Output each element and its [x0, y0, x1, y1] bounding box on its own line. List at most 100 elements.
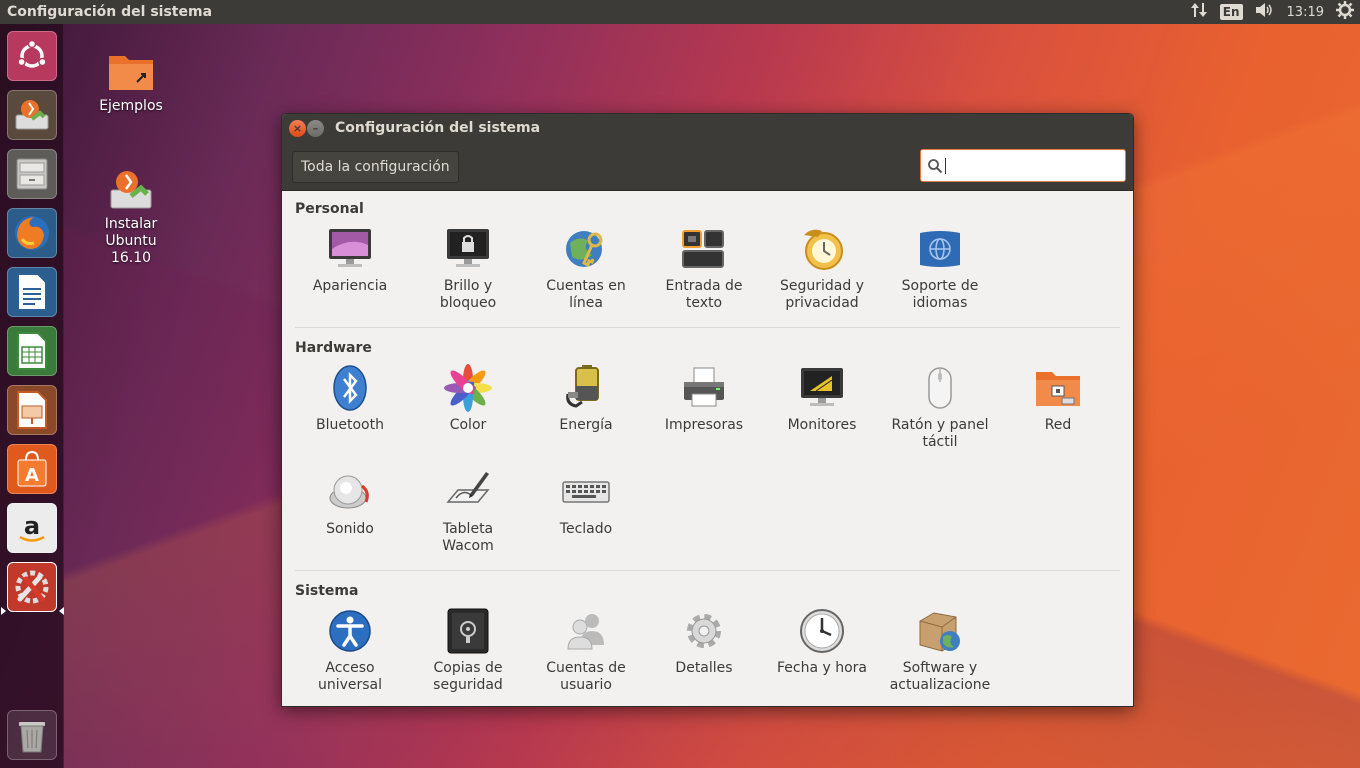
top-panel: Configuración del sistema En 13:19 — [0, 0, 1360, 24]
desktop-icon-instalar-ubuntu[interactable]: Instalar Ubuntu 16.10 — [81, 134, 181, 267]
security-privacy-icon — [798, 225, 846, 273]
installer-icon — [107, 151, 155, 209]
indicators: En 13:19 — [1190, 0, 1354, 24]
launcher: A a — [0, 24, 64, 768]
item-energia[interactable]: Energía — [527, 364, 645, 434]
all-settings-button[interactable]: Toda la configuración — [292, 151, 459, 183]
item-tableta-wacom[interactable]: Tableta Wacom — [409, 468, 527, 555]
settings-content: Personal Apariencia Brillo y bloqueo Cue… — [282, 191, 1133, 706]
ubuntu-logo-icon[interactable] — [7, 31, 57, 81]
wrench-screwdriver-icon[interactable] — [7, 562, 57, 612]
item-bluetooth[interactable]: Bluetooth — [291, 364, 409, 434]
item-color[interactable]: Color — [409, 364, 527, 434]
item-raton-panel[interactable]: Ratón y panel táctil — [881, 364, 999, 451]
item-apariencia[interactable]: Apariencia — [291, 225, 409, 295]
trash-icon[interactable] — [7, 710, 57, 760]
brightness-lock-icon — [444, 225, 492, 273]
clock-indicator[interactable]: 13:19 — [1287, 5, 1324, 20]
item-seguridad-privacidad[interactable]: Seguridad y privacidad — [763, 225, 881, 312]
top-panel-title: Configuración del sistema — [7, 4, 213, 20]
bluetooth-icon — [326, 364, 374, 412]
backup-safe-icon — [444, 607, 492, 655]
item-soporte-idiomas[interactable]: Soporte de idiomas — [881, 225, 999, 312]
volume-icon[interactable] — [1255, 2, 1275, 22]
item-acceso-universal[interactable]: Acceso universal — [291, 607, 409, 694]
text-entry-icon — [680, 225, 728, 273]
item-label: Detalles — [675, 660, 733, 676]
desktop-icon-label: Instalar Ubuntu 16.10 — [104, 216, 158, 266]
section-title-hardware: Hardware — [295, 340, 372, 356]
keyboard-icon — [562, 468, 610, 516]
user-accounts-icon — [562, 607, 610, 655]
section-title-sistema: Sistema — [295, 583, 359, 599]
launcher-active-pip-left — [1, 607, 6, 615]
section-separator — [295, 327, 1120, 328]
minimize-icon: – — [312, 122, 319, 135]
item-label: Cuentas en línea — [546, 278, 626, 311]
color-icon — [444, 364, 492, 412]
search-input[interactable] — [950, 152, 1120, 179]
svg-text:A: A — [25, 465, 39, 486]
impress-icon[interactable] — [7, 385, 57, 435]
item-detalles[interactable]: Detalles — [645, 607, 763, 677]
item-label: Brillo y bloqueo — [439, 278, 497, 311]
file-cabinet-icon[interactable] — [7, 149, 57, 199]
printer-icon — [680, 364, 728, 412]
item-label: Apariencia — [312, 278, 388, 294]
item-cuentas-usuario[interactable]: Cuentas de usuario — [527, 607, 645, 694]
power-battery-icon — [562, 364, 610, 412]
close-button[interactable]: × — [289, 120, 306, 137]
item-red[interactable]: Red — [999, 364, 1117, 434]
item-copias-seguridad[interactable]: Copias de seguridad — [409, 607, 527, 694]
item-label: Monitores — [787, 417, 857, 433]
item-label: Software y actualizacione — [889, 660, 991, 693]
item-label: Bluetooth — [316, 417, 384, 433]
window-titlebar[interactable]: × – Configuración del sistema — [282, 114, 1133, 143]
network-transfer-icon[interactable] — [1190, 2, 1208, 22]
item-monitores[interactable]: Monitores — [763, 364, 881, 434]
writer-icon[interactable] — [7, 267, 57, 317]
search-icon — [928, 158, 943, 173]
details-gear-icon — [680, 607, 728, 655]
clock-icon — [798, 607, 846, 655]
firefox-icon[interactable] — [7, 208, 57, 258]
folder-icon — [107, 50, 155, 94]
item-cuentas-en-linea[interactable]: Cuentas en línea — [527, 225, 645, 312]
item-label: Acceso universal — [317, 660, 383, 693]
system-gear-icon[interactable] — [1336, 1, 1354, 23]
universal-access-icon — [326, 607, 374, 655]
wacom-tablet-icon — [444, 468, 492, 516]
item-label: Fecha y hora — [776, 660, 867, 676]
keyboard-language-indicator[interactable]: En — [1219, 4, 1243, 20]
launcher-active-pip-right — [59, 607, 64, 615]
item-label: Tableta Wacom — [442, 521, 494, 554]
amazon-icon[interactable]: a — [7, 503, 57, 553]
calc-icon[interactable] — [7, 326, 57, 376]
item-label: Color — [449, 417, 487, 433]
item-impresoras[interactable]: Impresoras — [645, 364, 763, 434]
shopping-bag-icon[interactable]: A — [7, 444, 57, 494]
item-teclado[interactable]: Teclado — [527, 468, 645, 538]
item-label: Copias de seguridad — [433, 660, 503, 693]
section-title-personal: Personal — [295, 201, 364, 217]
network-folder-icon — [1034, 364, 1082, 412]
item-brillo-bloqueo[interactable]: Brillo y bloqueo — [409, 225, 527, 312]
installer-icon[interactable] — [7, 90, 57, 140]
software-updates-icon — [916, 607, 964, 655]
desktop-icon-ejemplos[interactable]: Ejemplos — [81, 50, 181, 115]
item-label: Energía — [559, 417, 613, 433]
displays-icon — [798, 364, 846, 412]
section-separator — [295, 570, 1120, 571]
minimize-button[interactable]: – — [307, 120, 324, 137]
sound-speaker-icon — [326, 468, 374, 516]
item-sonido[interactable]: Sonido — [291, 468, 409, 538]
settings-window: × – Configuración del sistema Toda la co… — [281, 113, 1134, 707]
item-entrada-texto[interactable]: Entrada de texto — [645, 225, 763, 312]
language-support-icon — [916, 225, 964, 273]
search-box[interactable] — [920, 149, 1126, 182]
window-title: Configuración del sistema — [335, 120, 541, 136]
item-label: Teclado — [559, 521, 613, 537]
item-software-actualizaciones[interactable]: Software y actualizacione — [881, 607, 999, 694]
item-fecha-hora[interactable]: Fecha y hora — [763, 607, 881, 677]
svg-text:a: a — [24, 512, 40, 540]
